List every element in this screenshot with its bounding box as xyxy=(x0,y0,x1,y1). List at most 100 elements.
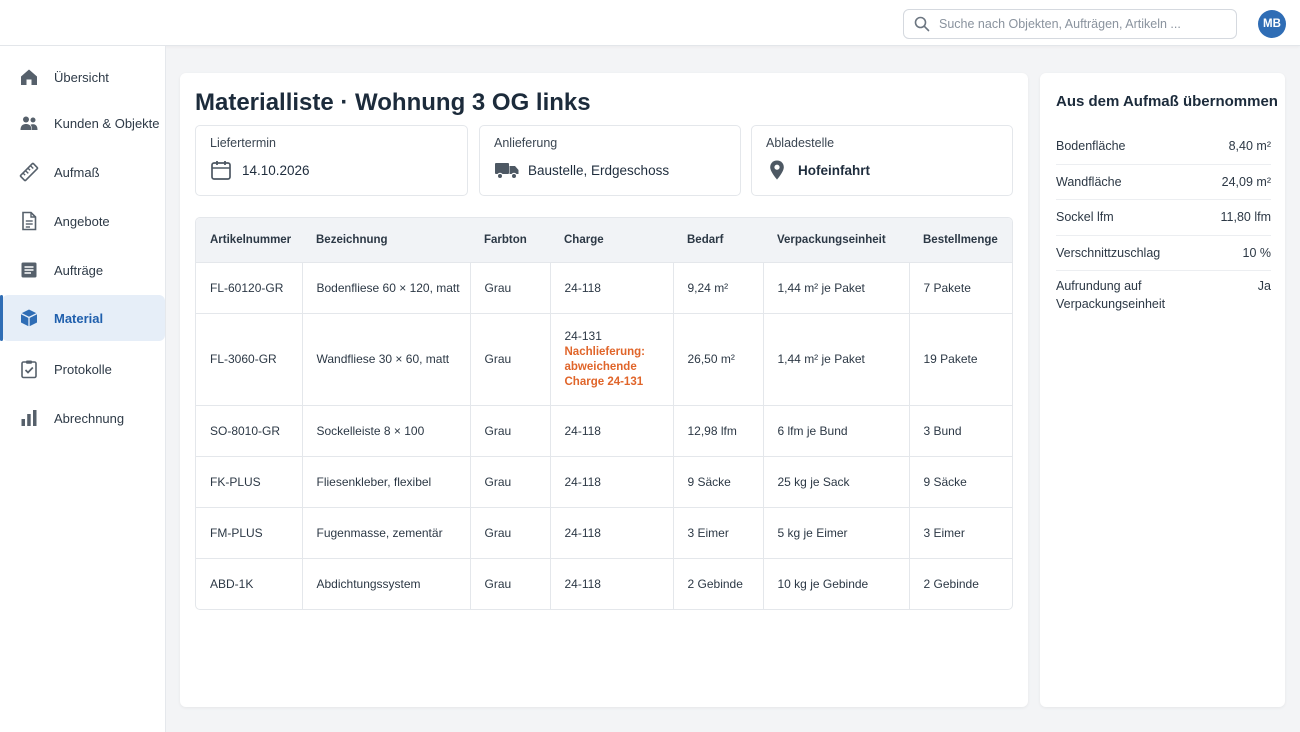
cell-farbton: Grau xyxy=(469,455,550,507)
column-header-charge[interactable]: Charge xyxy=(550,218,673,262)
cell-artikelnummer: FM-PLUS xyxy=(196,506,302,558)
sidebar-item-kunden-objekte[interactable]: Kunden & Objekte xyxy=(2,100,165,146)
summary-label: Sockel lfm xyxy=(1056,210,1114,225)
summary-row-sockel: Sockel lfm 11,80 lfm xyxy=(1056,200,1271,236)
cell-farbton: Grau xyxy=(469,312,550,405)
cell-verpackungseinheit: 10 kg je Gebinde xyxy=(762,557,909,609)
summary-row-verschnitt: Verschnittzuschlag 10 % xyxy=(1056,236,1272,271)
sidebar-item-label: Abrechnung xyxy=(54,410,125,426)
material-list-panel: Materialliste · Wohnung 3 OG links Liefe… xyxy=(180,73,1028,707)
delivery-location-label: Anlieferung xyxy=(494,136,558,150)
top-bar: MB xyxy=(0,0,1300,46)
sidebar-item-uebersicht[interactable]: Übersicht xyxy=(2,54,165,100)
column-header-farbton[interactable]: Farbton xyxy=(470,218,550,262)
cell-bedarf: 9,24 m² xyxy=(672,261,763,313)
column-header-verpackungseinheit[interactable]: Verpackungseinheit xyxy=(763,218,909,262)
sidebar-item-aufmass[interactable]: Aufmaß xyxy=(2,149,165,195)
sidebar-item-protokolle[interactable]: Protokolle xyxy=(2,346,165,392)
cell-bedarf: 9 Säcke xyxy=(672,455,763,507)
table-row[interactable]: FL-60120-GR Bodenfliese 60 × 120, matt G… xyxy=(196,261,1012,313)
search-box[interactable] xyxy=(903,9,1237,39)
sidebar-item-label: Übersicht xyxy=(54,69,109,85)
home-icon xyxy=(19,67,39,87)
cell-charge: 24-118 xyxy=(549,261,673,313)
cell-charge: 24-118 xyxy=(549,455,673,507)
cell-bezeichnung: Sockelleiste 8 × 100 xyxy=(301,404,470,456)
sidebar-item-label: Aufträge xyxy=(54,262,104,278)
cell-bezeichnung: Wandfliese 30 × 60, matt xyxy=(301,312,470,405)
sidebar-item-angebote[interactable]: Angebote xyxy=(2,198,165,244)
delivery-date-card: Liefertermin 14.10.2026 xyxy=(195,125,468,196)
search-input[interactable] xyxy=(939,17,1219,31)
user-avatar[interactable]: MB xyxy=(1258,10,1286,38)
summary-label: Wandfläche xyxy=(1056,174,1122,189)
clipboard-check-icon xyxy=(19,359,39,379)
sidebar-item-abrechnung[interactable]: Abrechnung xyxy=(2,395,165,441)
cell-bestellmenge: 3 Bund xyxy=(908,404,1012,456)
cell-charge: 24-118 xyxy=(549,404,673,456)
cell-bestellmenge: 9 Säcke xyxy=(908,455,1012,507)
cell-bezeichnung: Bodenfliese 60 × 120, matt xyxy=(301,261,470,313)
sidebar: Übersicht Kunden & Objekte Aufmaß Angebo… xyxy=(0,46,166,732)
truck-icon xyxy=(495,163,519,180)
users-icon xyxy=(19,113,39,133)
cell-artikelnummer: SO-8010-GR xyxy=(196,404,302,456)
cell-bedarf: 3 Eimer xyxy=(672,506,763,558)
cell-bedarf: 2 Gebinde xyxy=(672,557,763,609)
summary-value: Ja xyxy=(1257,279,1271,293)
cell-bezeichnung: Fliesenkleber, flexibel xyxy=(301,455,470,507)
table-row[interactable]: FM-PLUS Fugenmasse, zementär Grau 24-118… xyxy=(196,506,1012,558)
summary-row-aufrundung: Aufrundung auf Verpackungseinheit Ja xyxy=(1056,271,1271,313)
cell-artikelnummer: ABD-1K xyxy=(196,557,302,609)
delivery-location-value: Baustelle, Erdgeschoss xyxy=(528,162,670,178)
table-row[interactable]: FK-PLUS Fliesenkleber, flexibel Grau 24-… xyxy=(196,455,1012,507)
calendar-icon xyxy=(211,161,231,180)
aufmass-summary-panel: Aus dem Aufmaß übernommen Bodenfläche 8,… xyxy=(1040,73,1285,707)
cell-charge: 24-118 xyxy=(549,506,673,558)
table-row[interactable]: ABD-1K Abdichtungssystem Grau 24-118 2 G… xyxy=(196,557,1012,609)
summary-value: 10 % xyxy=(1242,245,1272,260)
cell-bedarf: 12,98 lfm xyxy=(672,404,763,456)
summary-row-wandflaeche: Wandfläche 24,09 m² xyxy=(1056,165,1271,200)
bar-chart-icon xyxy=(19,408,39,428)
column-header-bedarf[interactable]: Bedarf xyxy=(673,218,763,262)
summary-value: 8,40 m² xyxy=(1228,139,1271,154)
cell-bestellmenge: 7 Pakete xyxy=(908,261,1012,313)
cell-artikelnummer: FL-3060-GR xyxy=(196,312,302,405)
sidebar-item-material[interactable]: Material xyxy=(0,295,165,341)
summary-row-bodenflaeche: Bodenfläche 8,40 m² xyxy=(1056,129,1271,165)
cell-bezeichnung: Fugenmasse, zementär xyxy=(301,506,470,558)
cell-farbton: Grau xyxy=(469,404,550,456)
sidebar-item-label: Material xyxy=(54,310,104,326)
cell-bezeichnung: Abdichtungssystem xyxy=(301,557,470,609)
summary-label: Verschnittzuschlag xyxy=(1056,245,1161,260)
unloading-point-label: Abladestelle xyxy=(766,136,835,150)
ruler-icon xyxy=(19,162,39,182)
sidebar-item-label: Protokolle xyxy=(54,361,112,377)
summary-value: 24,09 m² xyxy=(1221,174,1271,189)
delivery-location-card: Anlieferung Baustelle, Erdgeschoss xyxy=(479,125,741,196)
cell-bestellmenge: 3 Eimer xyxy=(908,506,1012,558)
search-icon xyxy=(914,16,930,32)
summary-label: Aufrundung auf Verpackungseinheit xyxy=(1056,279,1166,311)
page-title: Materialliste · Wohnung 3 OG links xyxy=(195,89,591,116)
cell-verpackungseinheit: 1,44 m² je Paket xyxy=(762,312,909,405)
table-row[interactable]: SO-8010-GR Sockelleiste 8 × 100 Grau 24-… xyxy=(196,404,1012,456)
cell-charge: 24-131 Nachlieferung: abweichende Charge… xyxy=(549,312,673,405)
column-header-artikelnummer[interactable]: Artikelnummer xyxy=(196,218,302,262)
document-icon xyxy=(19,211,39,231)
unloading-point-card: Abladestelle Hofeinfahrt xyxy=(751,125,1013,196)
cell-farbton: Grau xyxy=(469,506,550,558)
column-header-bezeichnung[interactable]: Bezeichnung xyxy=(302,218,470,262)
table-row[interactable]: FL-3060-GR Wandfliese 30 × 60, matt Grau… xyxy=(196,312,1012,405)
cell-bestellmenge: 2 Gebinde xyxy=(908,557,1012,609)
cell-farbton: Grau xyxy=(469,261,550,313)
cell-bedarf: 26,50 m² xyxy=(672,312,763,405)
column-header-bestellmenge[interactable]: Bestellmenge xyxy=(909,218,1012,262)
cell-verpackungseinheit: 1,44 m² je Paket xyxy=(762,261,909,313)
sidebar-item-label: Kunden & Objekte xyxy=(54,115,160,131)
sidebar-item-auftraege[interactable]: Aufträge xyxy=(2,247,165,293)
list-icon xyxy=(19,260,39,280)
box-icon xyxy=(19,308,39,328)
charge-value: 24-131 xyxy=(564,328,602,343)
